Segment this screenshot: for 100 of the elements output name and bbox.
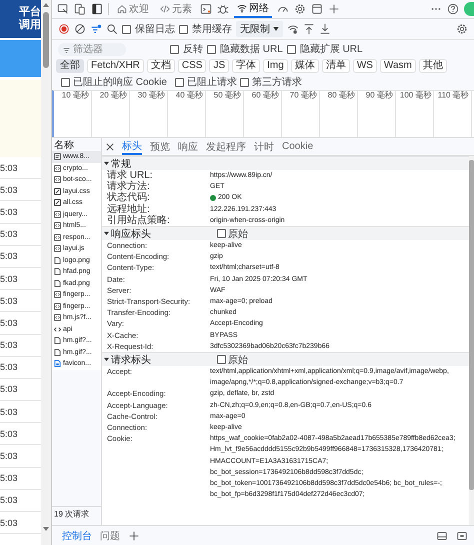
time-text: 5:03 — [0, 362, 18, 372]
close-icon[interactable] — [106, 142, 114, 150]
type-filter-chip[interactable]: CSS — [178, 59, 206, 73]
detail-tab[interactable]: 预览 — [150, 138, 170, 155]
time-text: 5:03 — [0, 495, 18, 506]
checkbox-label: 隐藏数据 URL — [220, 42, 283, 56]
drawer-tab[interactable]: 问题 — [100, 528, 120, 542]
type-filter-chip[interactable]: 文档 — [146, 59, 175, 73]
scroll-down-icon[interactable] — [43, 527, 49, 531]
script-icon — [54, 291, 61, 298]
detail-tab[interactable]: 发起程序 — [206, 138, 246, 155]
search-icon[interactable] — [106, 23, 118, 35]
time-text: 5:03 — [0, 473, 18, 484]
record-icon[interactable] — [58, 23, 70, 35]
checkbox[interactable] — [286, 44, 296, 54]
detail-tab[interactable]: 响应 — [178, 138, 198, 155]
checkbox[interactable] — [217, 355, 226, 364]
console-icon[interactable] — [200, 3, 212, 15]
stylesheet-icon — [54, 199, 61, 206]
add-icon[interactable] — [128, 530, 140, 542]
checkbox[interactable] — [170, 44, 179, 54]
checkbox-label: 原始 — [228, 228, 248, 241]
panel-tab[interactable]: 网络 — [234, 0, 272, 18]
script-icon — [54, 222, 61, 230]
time-text: 5:03 — [0, 384, 18, 394]
type-filter-chip[interactable]: Img — [263, 59, 288, 73]
inspect-icon[interactable] — [57, 3, 69, 15]
filter-field[interactable]: 筛选器 — [58, 42, 126, 56]
help-icon[interactable] — [447, 3, 459, 15]
section-title: 请求标头 — [111, 354, 152, 367]
panel-tab[interactable]: 欢迎 — [114, 0, 152, 18]
section-title: 常规 — [111, 158, 132, 170]
checkbox[interactable] — [122, 24, 131, 34]
type-filter-chip[interactable]: 全部 — [56, 59, 84, 73]
dock-bottom-icon[interactable] — [436, 530, 448, 542]
checkbox-label: 隐藏扩展 URL — [300, 42, 363, 56]
type-filter-chip[interactable]: 媒体 — [290, 59, 319, 73]
code-icon — [54, 326, 61, 333]
filter-icon — [63, 46, 70, 54]
checkbox[interactable] — [179, 24, 188, 34]
type-filter-chip[interactable]: 清单 — [322, 59, 350, 73]
section-header[interactable]: 响应标头 原始 — [102, 226, 469, 240]
time-text: 5:03 — [0, 251, 18, 262]
checkbox[interactable] — [61, 78, 70, 86]
filter-settings-icon[interactable] — [90, 23, 102, 35]
script-icon — [54, 210, 61, 218]
window-icon[interactable] — [456, 530, 468, 542]
code-icon — [160, 4, 170, 14]
site-banner — [0, 40, 41, 77]
add-icon[interactable] — [328, 3, 340, 15]
window-icon[interactable] — [311, 3, 323, 15]
checkbox-label: 第三方请求 — [252, 76, 302, 89]
site-title: 平台 — [19, 6, 41, 18]
site-title: 调用 — [19, 19, 41, 32]
scrollbar[interactable] — [469, 156, 474, 525]
header-name: 远程地址: — [107, 204, 151, 215]
script-icon — [54, 314, 61, 322]
time-text: 5:03 — [0, 518, 18, 528]
checkbox[interactable] — [240, 78, 249, 86]
throttling-dropdown[interactable]: 无限制 — [236, 21, 283, 37]
upload-icon[interactable] — [303, 23, 315, 35]
document-icon — [54, 153, 61, 160]
section-header[interactable]: 常规 — [102, 156, 469, 170]
checkbox[interactable] — [217, 229, 226, 238]
header-name: 请求 URL: — [107, 170, 154, 181]
bug-icon[interactable] — [217, 3, 229, 15]
detail-tab[interactable]: Cookie — [282, 138, 314, 155]
clear-icon[interactable] — [74, 23, 86, 35]
settings-icon[interactable] — [294, 3, 306, 15]
checkbox[interactable] — [207, 44, 216, 54]
type-filter-chip[interactable]: WS — [352, 59, 377, 73]
device-icon[interactable] — [74, 3, 86, 15]
checkbox-label: 保留日志 — [135, 22, 175, 36]
caret-icon — [273, 27, 279, 31]
settings-icon[interactable] — [456, 23, 468, 35]
section-header[interactable]: 请求标头 原始 — [102, 352, 469, 366]
time-text: 5:03 — [0, 229, 18, 240]
download-icon[interactable] — [319, 23, 331, 35]
time-text: 5:03 — [0, 274, 18, 284]
type-filter-chip[interactable]: 字体 — [232, 59, 260, 73]
image-file-icon — [54, 360, 61, 368]
panel-tab[interactable]: 元素 — [157, 0, 195, 18]
time-text: 5:03 — [0, 162, 18, 173]
type-filter-chip[interactable]: Fetch/XHR — [87, 59, 144, 73]
home-icon — [117, 4, 127, 14]
script-icon — [54, 234, 61, 241]
scroll-up-icon[interactable] — [43, 3, 49, 7]
scrollbar[interactable] — [41, 0, 51, 545]
checkbox[interactable] — [174, 78, 184, 86]
type-filter-chip[interactable]: Wasm — [380, 59, 416, 73]
dock-icon[interactable] — [91, 3, 103, 15]
drawer-tab[interactable]: 控制台 — [62, 528, 92, 542]
time-text: 5:03 — [0, 406, 18, 417]
wifi-settings-icon[interactable] — [287, 23, 299, 35]
detail-tab[interactable]: 计时 — [254, 138, 274, 155]
type-filter-chip[interactable]: JS — [209, 59, 230, 73]
script-icon — [54, 302, 61, 310]
type-filter-chip[interactable]: 其他 — [418, 59, 447, 73]
time-text: 5:03 — [0, 451, 18, 462]
script-icon — [54, 245, 61, 252]
